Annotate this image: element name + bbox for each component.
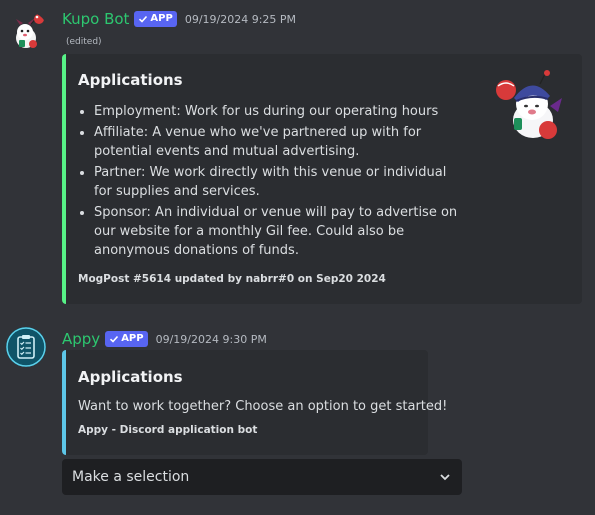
- list-item: Affiliate: A venue who we've partnered u…: [94, 123, 464, 161]
- timestamp[interactable]: 09/19/2024 9:30 PM: [156, 333, 267, 346]
- message-appy: Appy APP 09/19/2024 9:30 PM Applications…: [0, 320, 595, 515]
- embed-applications: Applications Employment: Work for us dur…: [62, 54, 582, 304]
- check-icon: [110, 335, 119, 343]
- username[interactable]: Kupo Bot: [62, 10, 129, 28]
- app-badge: APP: [134, 11, 177, 27]
- select-placeholder: Make a selection: [72, 469, 190, 485]
- embed-applications: Applications Want to work together? Choo…: [62, 350, 447, 455]
- selection-dropdown[interactable]: Make a selection: [62, 459, 462, 495]
- check-icon: [139, 15, 148, 23]
- embed-footer: MogPost #5614 updated by nabrr#0 on Sep2…: [78, 273, 386, 285]
- kupo-bot-avatar[interactable]: [8, 12, 48, 52]
- username[interactable]: Appy: [62, 330, 100, 348]
- embed-thumbnail[interactable]: [488, 68, 568, 148]
- list-item: Employment: Work for us during our opera…: [94, 102, 464, 121]
- appy-avatar[interactable]: [6, 327, 46, 367]
- chevron-down-icon: [440, 474, 450, 481]
- timestamp[interactable]: 09/19/2024 9:25 PM: [185, 13, 296, 26]
- embed-title: Applications: [78, 71, 183, 89]
- embed-list: Employment: Work for us during our opera…: [78, 102, 464, 262]
- list-item: Partner: We work directly with this venu…: [94, 163, 464, 201]
- moogle-avatar-icon: [16, 14, 44, 48]
- list-item: Sponsor: An individual or venue will pay…: [94, 203, 464, 260]
- moogle-thumbnail-icon: [496, 70, 562, 139]
- embed-title: Applications: [78, 368, 183, 386]
- app-badge-label: APP: [150, 13, 173, 24]
- embed-description: Want to work together? Choose an option …: [78, 399, 448, 414]
- message-kupo-bot: Kupo Bot APP 09/19/2024 9:25 PM (edited)…: [0, 0, 595, 310]
- clipboard-checklist-icon: [6, 327, 46, 367]
- app-badge-label: APP: [121, 333, 144, 344]
- edited-label: (edited): [66, 37, 102, 47]
- embed-footer: Appy - Discord application bot: [78, 424, 258, 436]
- app-badge: APP: [105, 331, 148, 347]
